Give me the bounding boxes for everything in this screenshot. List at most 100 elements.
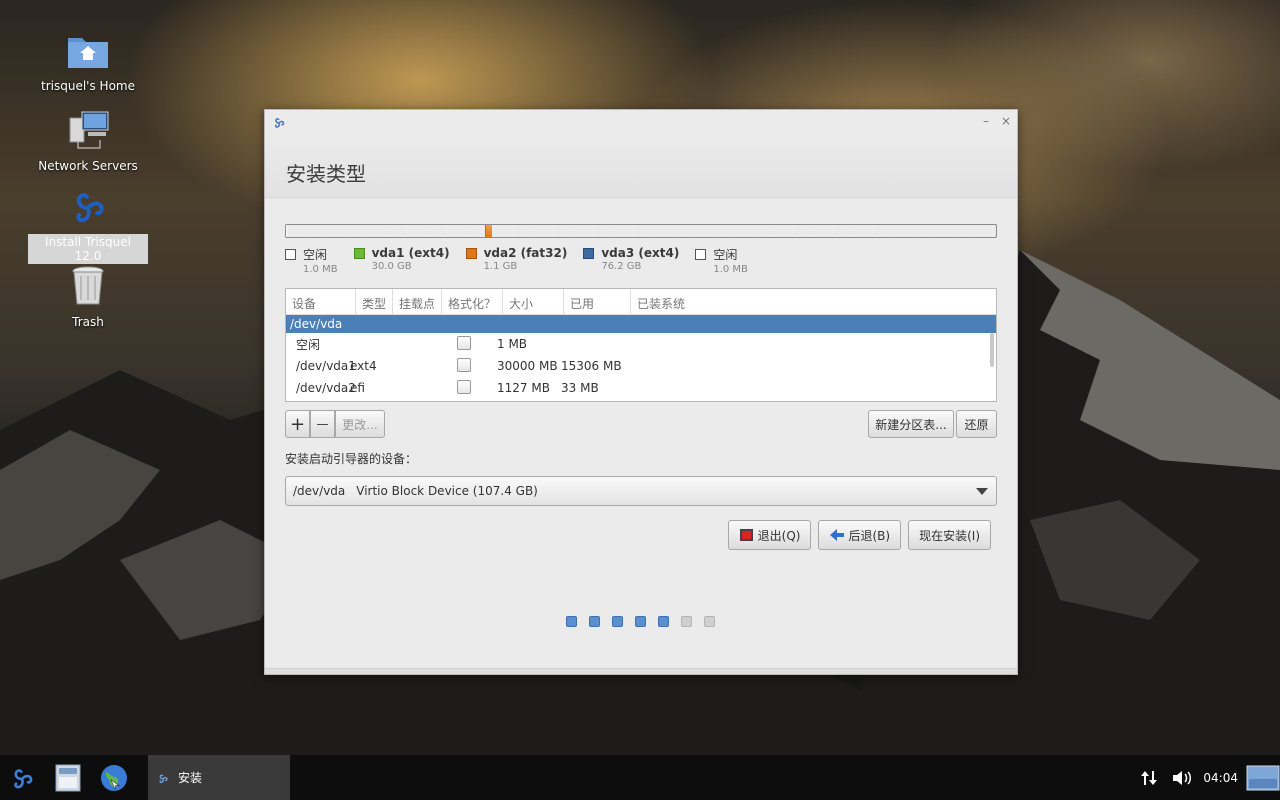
step-dot — [635, 616, 646, 627]
table-cell-used: 33 MB — [561, 381, 599, 395]
back-button[interactable]: 后退(B) — [818, 520, 902, 550]
legend-swatch — [353, 247, 365, 259]
column-header-system[interactable]: 已装系统 — [631, 289, 996, 314]
clock[interactable]: 04:04 — [1203, 771, 1238, 785]
table-row[interactable]: /dev/vda2 efi 1127 MB 33 MB — [286, 377, 996, 399]
file-manager-icon[interactable] — [52, 762, 84, 794]
desktop-icon-label: Install Trisquel 12.0 — [28, 234, 148, 264]
minimize-button[interactable]: – — [979, 114, 993, 128]
window-bottom-edge — [265, 668, 1017, 674]
table-header: 设备 类型 挂载点 格式化？ 大小 已用 已装系统 — [286, 289, 996, 315]
back-label: 后退(B) — [848, 528, 891, 543]
partition-table[interactable]: 设备 类型 挂载点 格式化？ 大小 已用 已装系统 /dev/vda 空闲 1 … — [285, 288, 997, 402]
boot-device-select[interactable]: /dev/vda Virtio Block Device (107.4 GB) — [285, 476, 997, 506]
desktop-icon-label: trisquel's Home — [41, 79, 135, 93]
legend-name: vda2 (fat32) — [483, 246, 568, 260]
table-cell-device: /dev/vda2 — [296, 381, 356, 395]
revert-button[interactable]: 还原 — [956, 410, 997, 438]
desktop-icon-home[interactable]: trisquel's Home — [28, 26, 148, 94]
table-row-disk[interactable]: /dev/vda — [286, 315, 996, 333]
taskbar-task-installer[interactable]: 安装 — [148, 755, 290, 800]
new-partition-table-button[interactable]: 新建分区表... — [868, 410, 954, 438]
home-folder-icon — [68, 38, 108, 68]
table-cell-device: 空闲 — [296, 337, 321, 352]
column-header-format[interactable]: 格式化？ — [442, 289, 503, 314]
close-button[interactable]: × — [999, 114, 1013, 128]
install-now-button[interactable]: 现在安装(I) — [908, 520, 991, 550]
table-cell-type: efi — [350, 381, 365, 395]
table-cell-format — [457, 357, 497, 375]
legend-size: 1.0 MB — [713, 264, 748, 275]
legend-item-vda2: vda2 (fat32) 1.1 GB — [465, 246, 568, 278]
legend-size: 1.0 MB — [303, 264, 338, 275]
table-cell-type: ext4 — [350, 359, 377, 373]
step-dot — [681, 616, 692, 627]
column-header-mount[interactable]: 挂载点 — [393, 289, 442, 314]
desktop-icon-network-servers[interactable]: Network Servers — [28, 106, 148, 174]
desktop-icon-install-trisquel[interactable]: Install Trisquel 12.0 — [28, 182, 148, 264]
show-desktop-icon[interactable] — [1246, 765, 1280, 791]
format-checkbox[interactable] — [457, 335, 471, 350]
partition-edit-group: + — 更改... — [285, 410, 385, 440]
desktop-icon-label: Trash — [72, 315, 104, 329]
remove-partition-button[interactable]: — — [310, 410, 335, 438]
boot-device-description: Virtio Block Device (107.4 GB) — [356, 484, 538, 498]
arrow-left-icon — [830, 529, 845, 541]
column-header-type[interactable]: 类型 — [356, 289, 393, 314]
trisquel-logo-icon — [159, 774, 168, 783]
taskbar: 安装 04:04 — [0, 755, 1280, 800]
legend-size: 1.1 GB — [483, 261, 518, 272]
trisquel-menu-icon[interactable] — [6, 762, 38, 794]
legend-name: 空闲 — [713, 248, 738, 262]
format-checkbox[interactable] — [457, 379, 471, 394]
legend-size: 76.2 GB — [601, 261, 642, 272]
chevron-down-icon — [976, 488, 988, 495]
step-dot — [704, 616, 715, 627]
legend-item-free: 空闲 1.0 MB — [695, 246, 748, 278]
disk-segment-vda1 — [287, 225, 486, 237]
disk-usage-bar — [285, 224, 997, 238]
column-header-used[interactable]: 已用 — [564, 289, 631, 314]
task-label: 安装 — [178, 771, 203, 785]
table-row[interactable]: /dev/vda1 ext4 30000 MB 15306 MB — [286, 355, 996, 377]
trash-icon — [72, 266, 104, 305]
table-cell-device: /dev/vda — [290, 317, 343, 331]
column-header-device[interactable]: 设备 — [286, 289, 356, 314]
disk-segment-vda3 — [492, 225, 996, 237]
legend-item-free: 空闲 1.0 MB — [285, 246, 338, 278]
table-cell-size: 30000 MB — [497, 359, 558, 373]
legend-name: 空闲 — [303, 248, 328, 262]
installer-window: – × 安装类型 空闲 1.0 MB vda1 (ext4) 30.0 GB v… — [264, 109, 1018, 675]
quit-icon — [739, 529, 753, 541]
format-checkbox[interactable] — [457, 357, 471, 372]
web-browser-icon[interactable] — [98, 762, 130, 794]
quit-button[interactable]: 退出(Q) — [727, 520, 812, 550]
table-cell-format — [457, 335, 497, 353]
legend-name: vda3 (ext4) — [601, 246, 680, 260]
trisquel-logo-icon — [76, 193, 104, 223]
desktop-icon-trash[interactable]: Trash — [28, 262, 148, 330]
network-servers-icon — [69, 111, 109, 149]
table-cell-device: /dev/vda1 — [296, 359, 356, 373]
legend-swatch — [583, 247, 595, 259]
step-progress — [566, 616, 715, 627]
legend-item-vda3: vda3 (ext4) 76.2 GB — [583, 246, 679, 278]
wizard-actions: 退出(Q) 后退(B) 现在安装(I) — [727, 520, 991, 550]
column-header-size[interactable]: 大小 — [503, 289, 564, 314]
window-titlebar[interactable]: – × — [265, 110, 1017, 134]
legend-size: 30.0 GB — [371, 261, 412, 272]
table-scrollbar[interactable] — [990, 333, 994, 367]
legend-swatch — [695, 249, 707, 260]
boot-device-name: /dev/vda — [293, 484, 346, 498]
table-row[interactable]: 空闲 1 MB — [286, 333, 996, 355]
change-partition-button[interactable]: 更改... — [335, 410, 385, 438]
network-arrows-icon[interactable] — [1139, 768, 1159, 788]
quit-label: 退出(Q) — [757, 528, 801, 543]
install-now-label: 现在安装(I) — [919, 528, 980, 543]
table-cell-used: 15306 MB — [561, 359, 622, 373]
step-dot — [566, 616, 577, 627]
step-dot — [612, 616, 623, 627]
trisquel-logo-icon — [274, 118, 285, 128]
add-partition-button[interactable]: + — [285, 410, 310, 438]
volume-icon[interactable] — [1171, 768, 1193, 788]
